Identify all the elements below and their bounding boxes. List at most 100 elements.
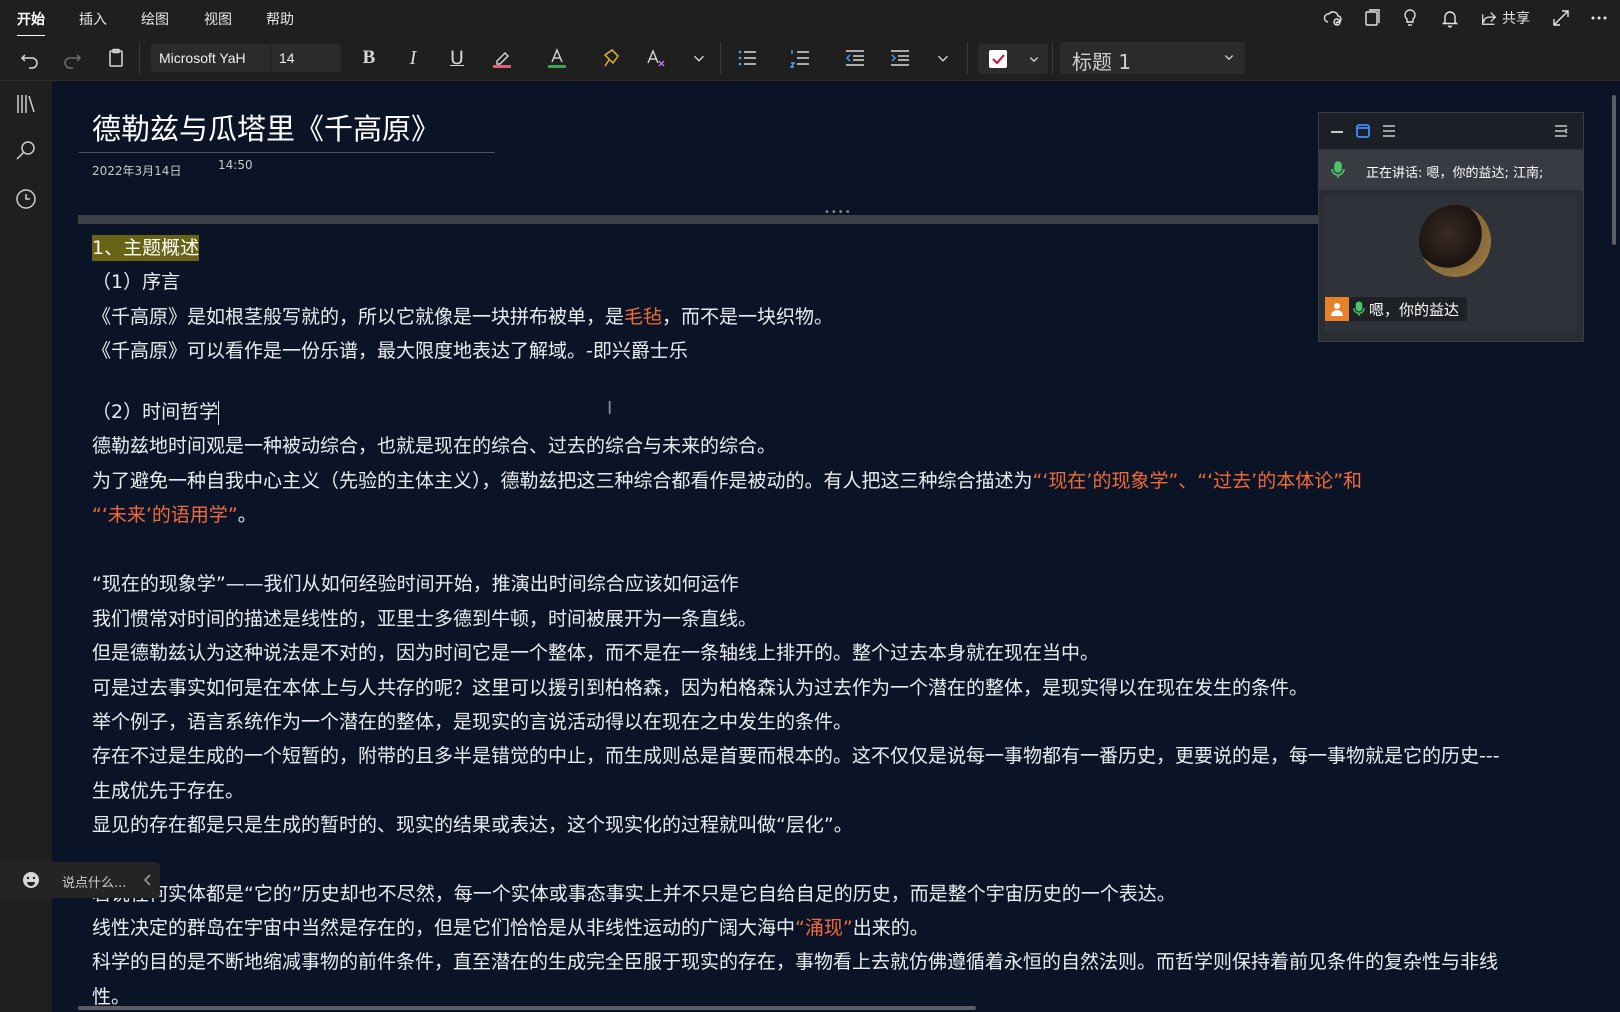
font-color-button[interactable] bbox=[543, 44, 571, 72]
paragraph-line[interactable]: 德勒兹地时间观是一种被动综合，也就是现在的综合、过去的综合与未来的综合。 bbox=[92, 433, 776, 459]
horizontal-scrollbar[interactable] bbox=[78, 1006, 976, 1010]
font-size[interactable]: 14 bbox=[279, 50, 295, 66]
emoji-icon[interactable] bbox=[22, 871, 40, 889]
lightbulb-icon[interactable] bbox=[1400, 8, 1422, 28]
panel-menu-icon[interactable] bbox=[1553, 123, 1569, 139]
paragraph-line[interactable]: 但是德勒兹认为这种说法是不对的，因为时间它是一个整体，而不是在一条轴线上排开的。… bbox=[92, 640, 1099, 666]
font-more-dropdown[interactable] bbox=[689, 44, 709, 72]
paragraph-line[interactable]: 为了避免一种自我中心主义（先验的主体主义），德勒兹把这三种综合都看作是被动的。有… bbox=[92, 468, 1362, 494]
paragraph-line[interactable]: 我们惯常对时间的描述是线性的，亚里士多德到牛顿，时间被展开为一条直线。 bbox=[92, 606, 757, 632]
minimize-icon[interactable] bbox=[1329, 123, 1345, 139]
paragraph-line[interactable]: “现在的现象学”——我们从如何经验时间开始，推演出时间综合应该如何运作 bbox=[92, 571, 739, 597]
increase-indent-icon bbox=[891, 50, 909, 66]
bullet-list-button[interactable] bbox=[733, 44, 761, 72]
participant-name: 嗯，你的益达 bbox=[1369, 300, 1460, 319]
chat-input-bar[interactable]: 说点什么... bbox=[0, 862, 160, 898]
chevron-down-icon bbox=[937, 55, 949, 62]
notebook-icon[interactable] bbox=[1362, 8, 1384, 28]
participant-avatar bbox=[1419, 205, 1491, 277]
bell-icon[interactable] bbox=[1440, 8, 1462, 28]
undo-button[interactable] bbox=[16, 44, 44, 72]
bold-button[interactable]: B bbox=[356, 44, 382, 72]
italic-icon: I bbox=[409, 46, 417, 69]
subheading-preface[interactable]: （1）序言 bbox=[92, 269, 180, 295]
participant-name-tag: 嗯，你的益达 bbox=[1325, 297, 1468, 321]
paragraph-line[interactable]: 《千高原》是如根茎般写就的，所以它就像是一块拼布被单，是毛毡，而不是一块织物。 bbox=[92, 304, 833, 330]
recent-clock-icon[interactable] bbox=[14, 187, 38, 211]
note-container-handle[interactable]: •••• bbox=[78, 207, 1320, 224]
format-painter-button[interactable] bbox=[598, 44, 626, 72]
bold-icon: B bbox=[362, 47, 376, 68]
speaking-indicator: 正在讲话: 嗯，你的益达; 江南; bbox=[1319, 150, 1583, 190]
decrease-indent-button[interactable] bbox=[841, 44, 869, 72]
paragraph-line[interactable]: 可是过去事实如何是在本体上与人共存的呢？这里可以援引到柏格森，因为柏格森认为过去… bbox=[92, 675, 1308, 701]
more-options-icon[interactable] bbox=[1589, 8, 1611, 28]
font-color-icon bbox=[548, 48, 566, 68]
bullet-list-icon bbox=[738, 50, 756, 66]
format-painter-icon bbox=[603, 49, 619, 67]
font-name[interactable]: Microsoft YaH bbox=[159, 50, 246, 66]
search-icon[interactable] bbox=[14, 139, 38, 163]
numbered-list-button[interactable] bbox=[786, 44, 814, 72]
tab-insert[interactable]: 插入 bbox=[79, 9, 107, 29]
meeting-video-panel[interactable]: 正在讲话: 嗯，你的益达; 江南; 嗯，你的益达 bbox=[1318, 112, 1584, 342]
title-underline bbox=[79, 152, 495, 153]
paragraph-line[interactable]: 《千高原》可以看作是一份乐谱，最大限度地表达了解域。-即兴爵士乐 bbox=[92, 338, 688, 364]
page-title[interactable]: 德勒兹与瓜塔里《千高原》 bbox=[92, 106, 440, 148]
underline-icon: U bbox=[450, 47, 464, 69]
notebooks-icon[interactable] bbox=[14, 92, 38, 116]
undo-icon bbox=[20, 54, 38, 69]
redo-button[interactable] bbox=[58, 44, 86, 72]
paragraph-line[interactable]: “‘未来’的语用学”。 bbox=[92, 502, 257, 528]
section-heading[interactable]: 1、主题概述 bbox=[92, 235, 200, 261]
subheading-time-philosophy[interactable]: （2）时间哲学 bbox=[92, 399, 220, 425]
menu-bar: 开始 插入 绘图 视图 帮助 共享 bbox=[0, 0, 1620, 38]
expand-icon[interactable] bbox=[1551, 8, 1573, 28]
meeting-panel-header bbox=[1319, 113, 1583, 149]
clipboard-button[interactable] bbox=[102, 44, 130, 72]
vertical-scrollbar[interactable] bbox=[1612, 95, 1616, 245]
sync-status-icon[interactable] bbox=[1323, 8, 1345, 28]
tag-selector[interactable] bbox=[978, 44, 1048, 74]
clear-formatting-icon bbox=[647, 49, 665, 67]
chat-placeholder[interactable]: 说点什么... bbox=[62, 872, 126, 891]
todo-checkbox-icon bbox=[989, 50, 1007, 68]
paragraph-line[interactable]: 若说任何实体都是“它的”历史却也不尽然，每一个实体或事态事实上并不只是它自给自足… bbox=[92, 881, 1176, 907]
paragraph-line[interactable]: 科学的目的是不断地缩减事物的前件条件，直至潜在的生成完全臣服于现实的存在，事物看… bbox=[92, 949, 1498, 975]
share-icon bbox=[1482, 12, 1497, 25]
ribbon-toolbar: Microsoft YaH 14 B I U 标题 1 bbox=[0, 36, 1620, 81]
clipboard-icon bbox=[109, 48, 123, 67]
participant-video: 嗯，你的益达 bbox=[1325, 195, 1577, 333]
speaking-text: 正在讲话: 嗯，你的益达; 江南; bbox=[1366, 166, 1544, 181]
clear-formatting-button[interactable] bbox=[642, 44, 670, 72]
increase-indent-button[interactable] bbox=[886, 44, 914, 72]
share-label: 共享 bbox=[1502, 11, 1530, 27]
paragraph-more-dropdown[interactable] bbox=[933, 44, 953, 72]
font-selector[interactable]: Microsoft YaH 14 bbox=[151, 44, 341, 72]
underline-button[interactable]: U bbox=[444, 44, 470, 72]
paragraph-line[interactable]: 举个例子，语言系统作为一个潜在的整体，是现实的言说活动得以在现在之中发生的条件。 bbox=[92, 709, 852, 735]
gallery-view-icon[interactable] bbox=[1355, 123, 1371, 139]
share-button[interactable]: 共享 bbox=[1480, 8, 1530, 28]
paragraph-style-selector[interactable]: 标题 1 bbox=[1060, 42, 1245, 74]
page-date: 2022年3月14日 bbox=[92, 164, 182, 178]
person-icon bbox=[1325, 297, 1349, 321]
highlighted-term: “‘未来’的语用学” bbox=[92, 504, 238, 526]
numbered-list-icon bbox=[789, 50, 809, 68]
highlighted-term: 毛毡 bbox=[624, 306, 663, 328]
highlighted-term: “‘现在’的现象学”、“‘过去’的本体论”和 bbox=[1032, 470, 1363, 492]
paragraph-line[interactable]: 存在不过是生成的一个短暂的，附带的且多半是错觉的中止，而生成则总是首要而根本的。… bbox=[92, 743, 1500, 769]
tab-view[interactable]: 视图 bbox=[204, 9, 232, 29]
tab-home[interactable]: 开始 bbox=[17, 9, 45, 38]
mouse-ibeam-cursor: I bbox=[607, 398, 613, 419]
paragraph-line[interactable]: 线性决定的群岛在宇宙中当然是存在的，但是它们恰恰是从非线性运动的广阔大海中“涌现… bbox=[92, 915, 929, 941]
italic-button[interactable]: I bbox=[400, 44, 426, 72]
paragraph-line[interactable]: 显见的存在都是只是生成的暂时的、现实的结果或表达，这个现实化的过程就叫做“层化”… bbox=[92, 812, 853, 838]
tab-draw[interactable]: 绘图 bbox=[141, 9, 169, 29]
chevron-left-icon[interactable] bbox=[142, 873, 154, 887]
list-view-icon[interactable] bbox=[1381, 123, 1397, 139]
tab-help[interactable]: 帮助 bbox=[266, 9, 294, 29]
highlight-button[interactable] bbox=[488, 44, 516, 72]
paragraph-line[interactable]: 生成优先于存在。 bbox=[92, 778, 244, 804]
highlighted-term: “涌现” bbox=[795, 917, 853, 939]
